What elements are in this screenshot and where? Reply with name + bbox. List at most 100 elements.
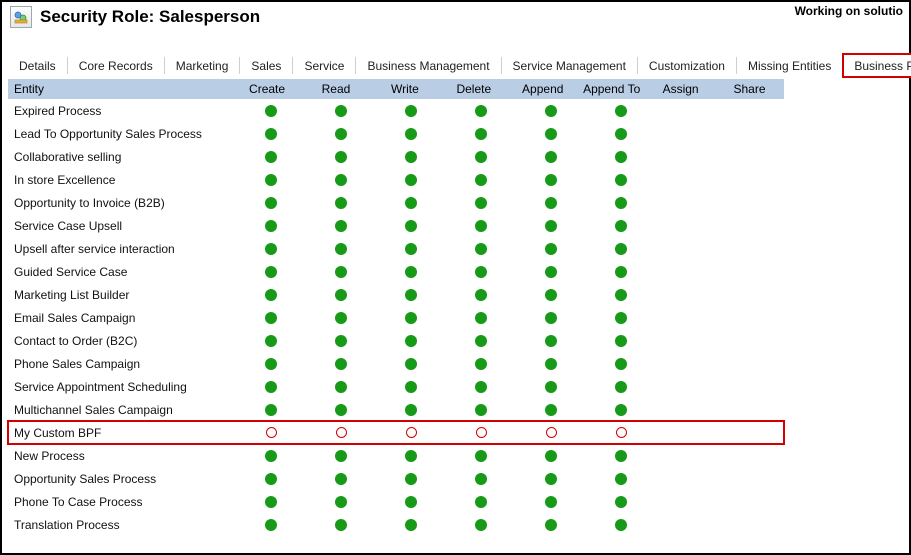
privilege-cell[interactable] <box>376 266 446 278</box>
privilege-cell[interactable] <box>236 289 306 301</box>
privilege-cell[interactable] <box>446 243 516 255</box>
privilege-cell[interactable] <box>376 243 446 255</box>
entity-name[interactable]: Contact to Order (B2C) <box>14 334 236 348</box>
privilege-cell[interactable] <box>446 450 516 462</box>
privilege-cell[interactable] <box>306 266 376 278</box>
privilege-cell[interactable] <box>376 174 446 186</box>
privilege-cell[interactable] <box>376 312 446 324</box>
privilege-cell[interactable] <box>376 128 446 140</box>
privilege-cell[interactable] <box>446 473 516 485</box>
entity-name[interactable]: Multichannel Sales Campaign <box>14 403 236 417</box>
privilege-cell[interactable] <box>446 427 516 438</box>
privilege-cell[interactable] <box>236 105 306 117</box>
privilege-cell[interactable] <box>376 197 446 209</box>
privilege-cell[interactable] <box>306 427 376 438</box>
tab-service[interactable]: Service <box>293 54 355 77</box>
privilege-cell[interactable] <box>446 266 516 278</box>
privilege-cell[interactable] <box>236 312 306 324</box>
privilege-cell[interactable] <box>516 473 586 485</box>
privilege-cell[interactable] <box>306 243 376 255</box>
privilege-cell[interactable] <box>586 358 656 370</box>
privilege-cell[interactable] <box>236 335 306 347</box>
privilege-cell[interactable] <box>516 105 586 117</box>
privilege-cell[interactable] <box>516 312 586 324</box>
entity-name[interactable]: Email Sales Campaign <box>14 311 236 325</box>
tab-details[interactable]: Details <box>8 54 67 77</box>
privilege-cell[interactable] <box>516 427 586 438</box>
privilege-cell[interactable] <box>586 174 656 186</box>
column-header-read[interactable]: Read <box>302 82 371 96</box>
privilege-cell[interactable] <box>306 197 376 209</box>
privilege-cell[interactable] <box>306 151 376 163</box>
entity-name[interactable]: Service Case Upsell <box>14 219 236 233</box>
privilege-cell[interactable] <box>236 427 306 438</box>
privilege-cell[interactable] <box>586 473 656 485</box>
entity-name[interactable]: My Custom BPF <box>14 426 236 440</box>
privilege-cell[interactable] <box>306 174 376 186</box>
column-header-entity[interactable]: Entity <box>14 82 233 96</box>
column-header-append[interactable]: Append <box>508 82 577 96</box>
tab-sales[interactable]: Sales <box>240 54 292 77</box>
privilege-cell[interactable] <box>586 496 656 508</box>
privilege-cell[interactable] <box>586 220 656 232</box>
privilege-cell[interactable] <box>516 335 586 347</box>
column-header-create[interactable]: Create <box>233 82 302 96</box>
privilege-cell[interactable] <box>516 197 586 209</box>
privilege-cell[interactable] <box>376 220 446 232</box>
privilege-cell[interactable] <box>516 266 586 278</box>
privilege-cell[interactable] <box>306 220 376 232</box>
privilege-cell[interactable] <box>446 519 516 531</box>
privilege-cell[interactable] <box>376 151 446 163</box>
privilege-cell[interactable] <box>376 427 446 438</box>
entity-name[interactable]: In store Excellence <box>14 173 236 187</box>
privilege-cell[interactable] <box>306 381 376 393</box>
entity-name[interactable]: Lead To Opportunity Sales Process <box>14 127 236 141</box>
entity-name[interactable]: New Process <box>14 449 236 463</box>
privilege-cell[interactable] <box>306 358 376 370</box>
privilege-cell[interactable] <box>306 128 376 140</box>
column-header-write[interactable]: Write <box>370 82 439 96</box>
column-header-share[interactable]: Share <box>715 82 784 96</box>
privilege-cell[interactable] <box>236 174 306 186</box>
privilege-cell[interactable] <box>236 243 306 255</box>
entity-name[interactable]: Marketing List Builder <box>14 288 236 302</box>
privilege-cell[interactable] <box>516 151 586 163</box>
tab-missing-entities[interactable]: Missing Entities <box>737 54 842 77</box>
entity-name[interactable]: Service Appointment Scheduling <box>14 380 236 394</box>
privilege-cell[interactable] <box>586 404 656 416</box>
privilege-cell[interactable] <box>586 381 656 393</box>
privilege-cell[interactable] <box>516 174 586 186</box>
privilege-cell[interactable] <box>306 335 376 347</box>
privilege-cell[interactable] <box>236 128 306 140</box>
privilege-cell[interactable] <box>376 404 446 416</box>
column-header-append-to[interactable]: Append To <box>577 82 646 96</box>
privilege-cell[interactable] <box>306 496 376 508</box>
privilege-cell[interactable] <box>586 427 656 438</box>
privilege-cell[interactable] <box>586 105 656 117</box>
privilege-cell[interactable] <box>586 128 656 140</box>
entity-name[interactable]: Collaborative selling <box>14 150 236 164</box>
privilege-cell[interactable] <box>376 105 446 117</box>
privilege-cell[interactable] <box>376 519 446 531</box>
column-header-delete[interactable]: Delete <box>439 82 508 96</box>
entity-name[interactable]: Translation Process <box>14 518 236 532</box>
privilege-cell[interactable] <box>586 450 656 462</box>
privilege-cell[interactable] <box>236 358 306 370</box>
entity-name[interactable]: Phone To Case Process <box>14 495 236 509</box>
privilege-cell[interactable] <box>376 381 446 393</box>
privilege-cell[interactable] <box>516 519 586 531</box>
privilege-cell[interactable] <box>516 404 586 416</box>
privilege-cell[interactable] <box>376 496 446 508</box>
entity-name[interactable]: Expired Process <box>14 104 236 118</box>
privilege-cell[interactable] <box>236 266 306 278</box>
column-header-assign[interactable]: Assign <box>646 82 715 96</box>
privilege-cell[interactable] <box>446 496 516 508</box>
privilege-cell[interactable] <box>446 128 516 140</box>
privilege-cell[interactable] <box>306 519 376 531</box>
privilege-cell[interactable] <box>236 450 306 462</box>
privilege-cell[interactable] <box>446 174 516 186</box>
privilege-cell[interactable] <box>516 358 586 370</box>
tab-customization[interactable]: Customization <box>638 54 736 77</box>
privilege-cell[interactable] <box>306 450 376 462</box>
privilege-cell[interactable] <box>236 473 306 485</box>
